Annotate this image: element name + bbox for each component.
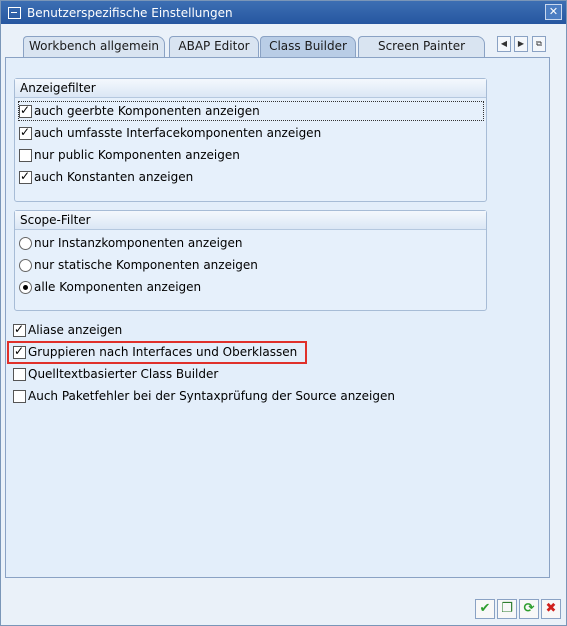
window-title: Benutzerspezifische Einstellungen <box>27 5 233 20</box>
checkbox-label: Aliase anzeigen <box>28 323 123 337</box>
tab-content-panel: Anzeigefilter auch geerbte Komponenten a… <box>5 57 550 578</box>
confirm-icon: ✔ <box>479 601 491 616</box>
checkbox-geerbte-komponenten[interactable]: auch geerbte Komponenten anzeigen <box>18 101 484 121</box>
checkbox-icon[interactable] <box>19 148 32 162</box>
tab-label: ABAP Editor <box>178 39 250 53</box>
checkbox-label: Auch Paketfehler bei der Syntaxprüfung d… <box>28 389 395 403</box>
radio-icon[interactable] <box>19 258 32 272</box>
checkbox-aliase[interactable]: Aliase anzeigen <box>13 321 122 339</box>
checkbox-icon[interactable] <box>13 367 26 381</box>
checkbox-icon[interactable] <box>13 389 26 403</box>
confirm-button[interactable]: ✔ <box>475 599 495 619</box>
checkbox-konstanten[interactable]: auch Konstanten anzeigen <box>19 168 193 186</box>
radio-instanzkomponenten[interactable]: nur Instanzkomponenten anzeigen <box>19 234 243 252</box>
window-icon <box>8 6 21 19</box>
radio-statische-komponenten[interactable]: nur statische Komponenten anzeigen <box>19 256 258 274</box>
tab-strip: Workbench allgemein ABAP Editor Class Bu… <box>1 24 566 57</box>
radio-icon[interactable] <box>19 236 32 250</box>
tab-label: Screen Painter <box>377 39 466 53</box>
tab-screen-painter[interactable]: Screen Painter <box>358 36 485 57</box>
tab-scroll-left-button[interactable]: ◀ <box>497 36 511 52</box>
cancel-button[interactable]: ✖ <box>541 599 561 619</box>
checkbox-icon[interactable] <box>19 125 32 140</box>
close-button[interactable]: ✕ <box>545 4 562 20</box>
checkbox-label: auch umfasste Interfacekomponenten anzei… <box>34 126 322 140</box>
refresh-icon: ⟳ <box>523 601 535 616</box>
checkbox-label: auch Konstanten anzeigen <box>34 170 194 184</box>
tab-abap-editor[interactable]: ABAP Editor <box>169 36 259 57</box>
anzeigefilter-group: Anzeigefilter auch geerbte Komponenten a… <box>14 78 487 202</box>
checkbox-icon[interactable] <box>19 169 32 184</box>
checkbox-icon[interactable] <box>13 322 26 337</box>
checkbox-interfacekomponenten[interactable]: auch umfasste Interfacekomponenten anzei… <box>19 124 321 142</box>
radio-alle-komponenten[interactable]: alle Komponenten anzeigen <box>19 278 201 296</box>
tab-label: Workbench allgemein <box>28 39 160 53</box>
checkbox-label: auch geerbte Komponenten anzeigen <box>34 104 260 118</box>
copy-button[interactable]: ❐ <box>497 599 517 619</box>
tab-workbench-allgemein[interactable]: Workbench allgemein <box>23 36 165 57</box>
copy-icon: ❐ <box>501 601 513 616</box>
group-title: Scope-Filter <box>15 211 486 230</box>
radio-label: nur statische Komponenten anzeigen <box>34 258 258 272</box>
checkbox-quelltextbasiert[interactable]: Quelltextbasierter Class Builder <box>13 365 218 383</box>
checkbox-icon[interactable] <box>19 103 32 118</box>
checkbox-paketfehler[interactable]: Auch Paketfehler bei der Syntaxprüfung d… <box>13 387 395 405</box>
checkbox-public-komponenten[interactable]: nur public Komponenten anzeigen <box>19 146 240 164</box>
radio-icon[interactable] <box>19 280 32 294</box>
tab-scroll-right-button[interactable]: ▶ <box>514 36 528 52</box>
cancel-icon: ✖ <box>545 601 557 616</box>
scopefilter-group: Scope-Filter nur Instanzkomponenten anze… <box>14 210 487 311</box>
tab-label: Class Builder <box>269 39 347 53</box>
checkbox-label: Quelltextbasierter Class Builder <box>28 367 219 381</box>
refresh-button[interactable]: ⟳ <box>519 599 539 619</box>
radio-label: alle Komponenten anzeigen <box>34 280 202 294</box>
tab-class-builder[interactable]: Class Builder <box>260 36 356 57</box>
title-bar: Benutzerspezifische Einstellungen ✕ <box>1 1 566 24</box>
group-title: Anzeigefilter <box>15 79 486 98</box>
dialog-window: Benutzerspezifische Einstellungen ✕ Work… <box>0 0 567 626</box>
tab-list-button[interactable]: ⧉ <box>532 36 546 52</box>
highlight-annotation <box>7 341 307 364</box>
checkbox-label: nur public Komponenten anzeigen <box>34 148 240 162</box>
radio-label: nur Instanzkomponenten anzeigen <box>34 236 243 250</box>
